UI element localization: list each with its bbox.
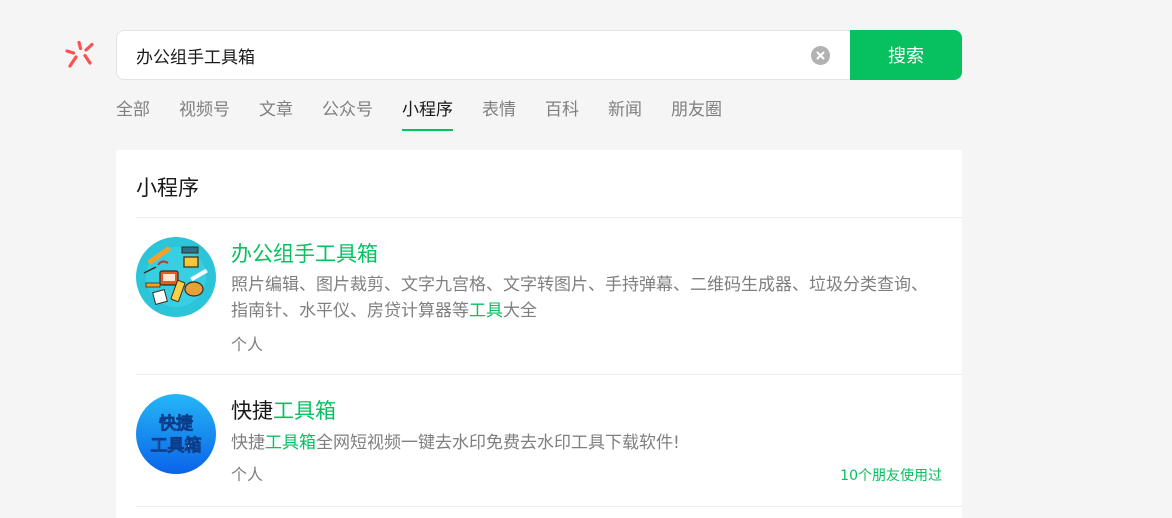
item-desc-text: 快捷	[231, 433, 265, 453]
list-item[interactable]: 快捷 工具箱 快捷工具箱 快捷工具箱全网短视频一键去水印免费去水印工具下载软件!…	[136, 375, 962, 515]
item-type: 个人	[231, 335, 264, 354]
search-box	[116, 30, 852, 80]
logo-text-line-2: 工具箱	[151, 435, 202, 456]
divider	[136, 506, 962, 507]
tab-news[interactable]: 新闻	[608, 97, 642, 131]
tab-articles[interactable]: 文章	[259, 97, 293, 131]
list-item[interactable]: 办公组手工具箱 照片编辑、图片裁剪、文字九宫格、文字转图片、手持弹幕、二维码生成…	[136, 218, 962, 358]
tab-moments[interactable]: 朋友圈	[671, 97, 722, 131]
item-title-highlight: 办公组手工具箱	[231, 242, 378, 266]
item-title[interactable]: 办公组手工具箱	[231, 238, 378, 268]
item-type: 个人	[231, 465, 264, 484]
logo-text-line-1: 快捷	[159, 413, 194, 434]
search-button[interactable]: 搜索	[850, 30, 962, 80]
close-icon	[816, 51, 825, 60]
tab-channels[interactable]: 视频号	[179, 97, 230, 131]
section-title: 小程序	[136, 176, 199, 200]
item-desc-highlight: 工具箱	[265, 433, 316, 453]
item-desc-suffix: 全网短视频一键去水印免费去水印工具下载软件!	[316, 433, 680, 453]
item-desc-suffix: 大全	[503, 301, 537, 321]
item-title-text: 快捷	[231, 399, 273, 423]
item-desc-text: 照片编辑、图片裁剪、文字九宫格、文字转图片、手持弹幕、二维码生成器、垃圾分类查询…	[231, 275, 928, 321]
mini-program-avatar	[136, 237, 216, 317]
tab-official-accounts[interactable]: 公众号	[322, 97, 373, 131]
item-description: 照片编辑、图片裁剪、文字九宫格、文字转图片、手持弹幕、二维码生成器、垃圾分类查询…	[231, 272, 931, 324]
clear-search-button[interactable]	[811, 46, 830, 65]
item-desc-highlight: 工具	[469, 301, 503, 321]
tab-encyclopedia[interactable]: 百科	[545, 97, 579, 131]
toolbox-illustration-icon	[136, 237, 216, 317]
wechat-search-logo-icon	[65, 40, 94, 68]
mini-program-avatar: 快捷 工具箱	[136, 394, 216, 474]
item-title[interactable]: 快捷工具箱	[231, 395, 336, 425]
item-title-highlight: 工具箱	[273, 399, 336, 423]
search-tabs: 全部 视频号 文章 公众号 小程序 表情 百科 新闻 朋友圈	[116, 97, 751, 131]
tab-mini-programs[interactable]: 小程序	[402, 97, 453, 131]
search-input[interactable]	[136, 31, 796, 79]
tab-all[interactable]: 全部	[116, 97, 150, 131]
tab-stickers[interactable]: 表情	[482, 97, 516, 131]
item-description: 快捷工具箱全网短视频一键去水印免费去水印工具下载软件!	[231, 430, 931, 456]
results-card: 小程序 办公组手工具箱 照片编辑、图片裁剪、文字九宫格、文字转图片、手持弹幕、二…	[116, 150, 962, 518]
quick-toolbox-logo-icon: 快捷 工具箱	[136, 394, 216, 474]
friends-used-badge: 10个朋友使用过	[840, 468, 942, 484]
